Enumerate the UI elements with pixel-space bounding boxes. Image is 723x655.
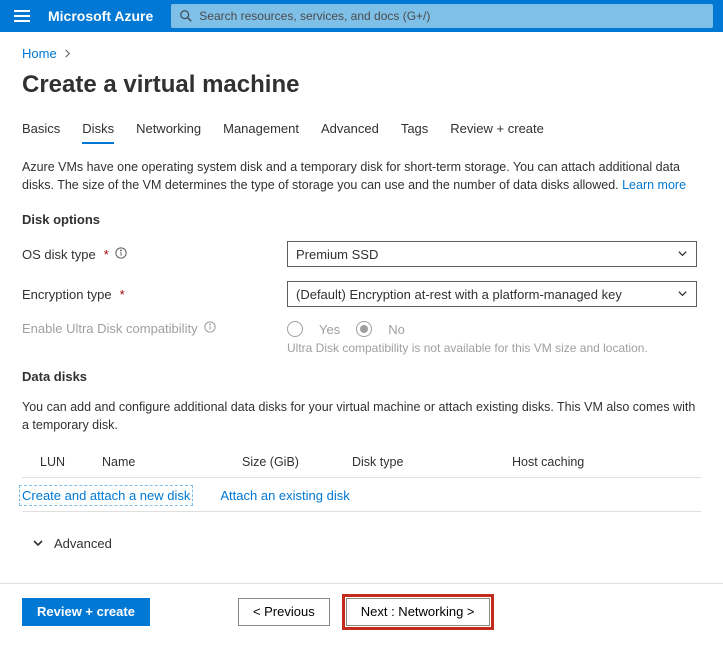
col-disk-type: Disk type [352, 455, 512, 469]
row-encryption-type: Encryption type * (Default) Encryption at… [22, 281, 701, 307]
search-input[interactable] [199, 9, 705, 23]
ultra-disk-control: Yes No Ultra Disk compatibility is not a… [287, 321, 697, 355]
col-host-caching: Host caching [512, 455, 701, 469]
search-box[interactable] [171, 4, 713, 28]
tab-management[interactable]: Management [223, 121, 299, 144]
radio-no [356, 321, 372, 337]
tab-disks[interactable]: Disks [82, 121, 114, 144]
data-disks-table-header: LUN Name Size (GiB) Disk type Host cachi… [22, 449, 701, 477]
label-encryption-type: Encryption type * [22, 287, 287, 302]
col-size: Size (GiB) [242, 455, 352, 469]
radio-yes [287, 321, 303, 337]
hamburger-icon [14, 8, 30, 24]
breadcrumb-home[interactable]: Home [22, 46, 57, 61]
tab-tags[interactable]: Tags [401, 121, 428, 144]
footer-bar: Review + create < Previous Next : Networ… [0, 584, 723, 640]
link-attach-existing-disk[interactable]: Attach an existing disk [220, 488, 349, 503]
encryption-label-text: Encryption type [22, 287, 112, 302]
chevron-down-icon [677, 247, 688, 262]
section-disk-options: Disk options [22, 212, 701, 227]
ultra-hint: Ultra Disk compatibility is not availabl… [287, 341, 697, 355]
select-encryption-type[interactable]: (Default) Encryption at-rest with a plat… [287, 281, 697, 307]
tab-description: Azure VMs have one operating system disk… [22, 158, 701, 194]
review-create-button[interactable]: Review + create [22, 598, 150, 626]
col-lun: LUN [22, 455, 102, 469]
required-asterisk: * [104, 247, 109, 262]
menu-button[interactable] [0, 0, 44, 32]
desc-text: Azure VMs have one operating system disk… [22, 160, 680, 192]
content-area: Home Create a virtual machine Basics Dis… [0, 32, 723, 575]
select-os-disk-type[interactable]: Premium SSD [287, 241, 697, 267]
advanced-expander[interactable]: Advanced [22, 512, 701, 575]
ultra-label-text: Enable Ultra Disk compatibility [22, 321, 198, 336]
os-disk-label-text: OS disk type [22, 247, 96, 262]
previous-button[interactable]: < Previous [238, 598, 330, 626]
link-create-attach-disk[interactable]: Create and attach a new disk [22, 488, 190, 503]
section-data-disks: Data disks [22, 369, 701, 384]
data-disk-links: Create and attach a new disk Attach an e… [22, 478, 701, 511]
select-value: Premium SSD [296, 247, 378, 262]
page-title: Create a virtual machine [22, 71, 701, 99]
learn-more-link[interactable]: Learn more [622, 178, 686, 192]
tab-review[interactable]: Review + create [450, 121, 544, 144]
tab-networking[interactable]: Networking [136, 121, 201, 144]
brand-label[interactable]: Microsoft Azure [44, 8, 163, 24]
col-name: Name [102, 455, 242, 469]
row-ultra-disk: Enable Ultra Disk compatibility Yes No U… [22, 321, 701, 355]
ultra-radio-group: Yes No [287, 321, 697, 337]
radio-yes-label: Yes [319, 322, 340, 337]
label-ultra-disk: Enable Ultra Disk compatibility [22, 321, 287, 336]
info-icon[interactable] [115, 247, 127, 262]
radio-no-label: No [388, 322, 405, 337]
tab-basics[interactable]: Basics [22, 121, 60, 144]
required-asterisk: * [120, 287, 125, 302]
select-value: (Default) Encryption at-rest with a plat… [296, 287, 622, 302]
top-bar: Microsoft Azure [0, 0, 723, 32]
next-button[interactable]: Next : Networking > [346, 598, 490, 626]
data-disks-desc: You can add and configure additional dat… [22, 398, 701, 434]
label-os-disk-type: OS disk type * [22, 247, 287, 262]
advanced-label: Advanced [54, 536, 112, 551]
search-icon [179, 9, 193, 23]
tab-advanced[interactable]: Advanced [321, 121, 379, 144]
info-icon[interactable] [204, 321, 216, 336]
row-os-disk-type: OS disk type * Premium SSD [22, 241, 701, 267]
breadcrumb: Home [22, 46, 701, 61]
chevron-right-icon [63, 46, 72, 61]
chevron-down-icon [32, 537, 44, 549]
tab-bar: Basics Disks Networking Management Advan… [22, 121, 701, 144]
chevron-down-icon [677, 287, 688, 302]
